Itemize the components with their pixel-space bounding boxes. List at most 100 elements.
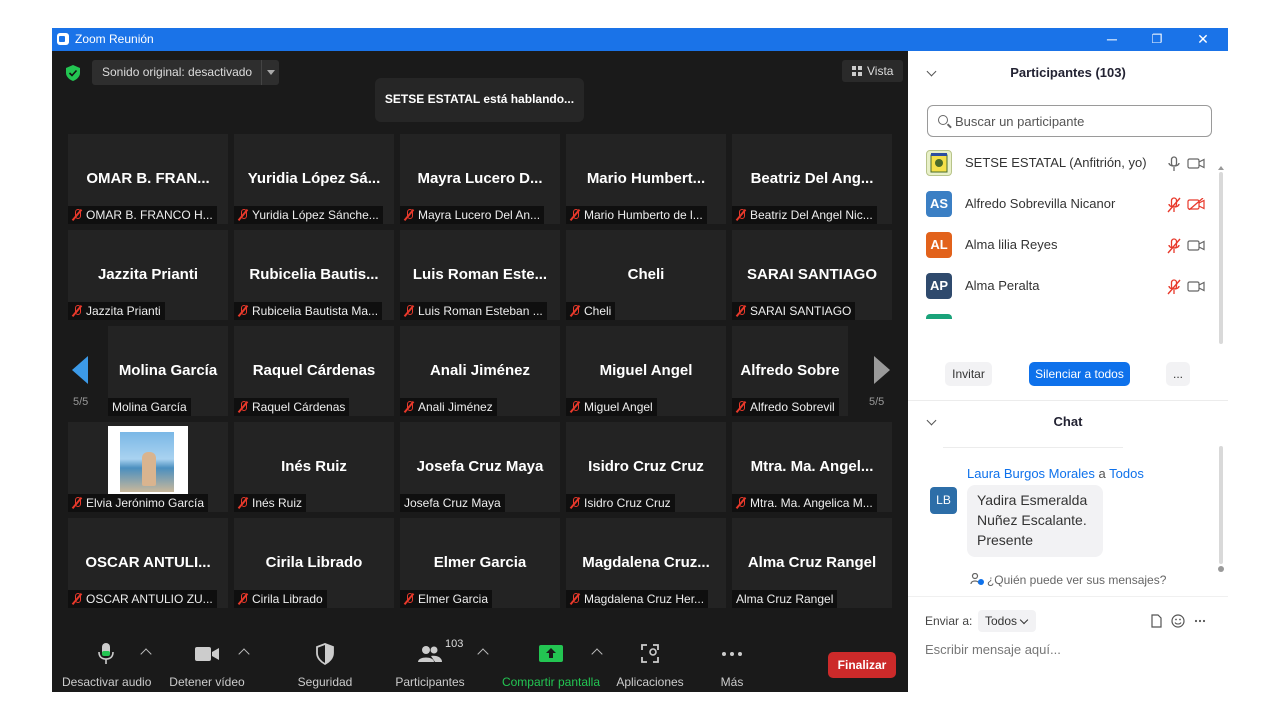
participant-video-tile[interactable]: Cheli Cheli <box>566 230 726 320</box>
participant-row[interactable]: AL Alma lilia Reyes <box>908 225 1218 266</box>
chat-recipient: Todos <box>1109 466 1144 481</box>
participant-name-text: Cheli <box>584 304 612 318</box>
participant-name-label: Yuridia López Sánche... <box>234 206 383 224</box>
participant-avatar <box>926 150 952 176</box>
mute-all-button[interactable]: Silenciar a todos <box>1029 362 1130 386</box>
participant-video-tile[interactable]: Jazzita Prianti Jazzita Prianti <box>68 230 228 320</box>
participant-video-tile[interactable]: Raquel Cárdenas Raquel Cárdenas <box>234 326 394 416</box>
chat-message-input[interactable]: Escribir mensaje aquí... <box>925 642 1061 657</box>
participants-more-button[interactable]: ... <box>1166 362 1190 386</box>
grid-icon <box>852 66 862 76</box>
chevron-down-icon[interactable] <box>261 60 279 85</box>
participant-video-tile[interactable]: Mayra Lucero D... Mayra Lucero Del An... <box>400 134 560 224</box>
chat-scrollbar[interactable] <box>1218 446 1224 574</box>
chat-sender-name[interactable]: Laura Burgos Morales <box>967 466 1095 481</box>
participant-video-tile[interactable]: Molina García Molina García <box>108 326 228 416</box>
participants-options-caret-icon[interactable] <box>477 648 489 660</box>
participant-video-tile[interactable]: Miguel Angel Miguel Angel <box>566 326 726 416</box>
emoji-icon[interactable] <box>1171 614 1185 628</box>
close-button[interactable]: ✕ <box>1180 28 1226 51</box>
send-to-select[interactable]: Todos <box>978 610 1036 632</box>
participant-video-tile[interactable]: Alma Cruz Rangel Alma Cruz Rangel <box>732 518 892 608</box>
apps-button[interactable]: Aplicaciones <box>614 642 686 689</box>
participant-name-text: Inés Ruiz <box>252 496 303 510</box>
participant-video-tile[interactable]: Mario Humbert... Mario Humberto de l... <box>566 134 726 224</box>
participant-video-tile[interactable]: Beatriz Del Ang... Beatriz Del Angel Nic.… <box>732 134 892 224</box>
security-button[interactable]: Seguridad <box>292 642 358 689</box>
participant-row[interactable] <box>908 307 1218 319</box>
participant-video-tile[interactable]: Rubicelia Bautis... Rubicelia Bautista Ma… <box>234 230 394 320</box>
participant-video-tile[interactable]: Mtra. Ma. Angel... Mtra. Ma. Angelica M..… <box>732 422 892 512</box>
participant-name-text: Molina García <box>112 400 187 414</box>
participant-display-name: Cheli <box>627 266 665 283</box>
view-label: Vista <box>867 64 894 78</box>
share-screen-icon <box>539 645 563 662</box>
participant-video-tile[interactable]: Magdalena Cruz... Magdalena Cruz Her... <box>566 518 726 608</box>
next-page-icon[interactable] <box>874 356 890 384</box>
participant-row[interactable]: AP Alma Peralta <box>908 266 1218 307</box>
restore-button[interactable]: ❐ <box>1134 28 1180 51</box>
muted-mic-icon <box>570 305 580 317</box>
participant-video-tile[interactable]: Elvia Jerónimo García <box>68 422 228 512</box>
muted-mic-icon[interactable] <box>1167 279 1181 295</box>
chat-message-bubble: Yadira Esmeralda Nuñez Escalante. Presen… <box>967 485 1103 557</box>
view-button[interactable]: Vista <box>842 60 904 82</box>
participant-list-scrollbar[interactable] <box>1218 166 1224 346</box>
participant-video-tile[interactable]: SARAI SANTIAGO SARAI SANTIAGO <box>732 230 892 320</box>
participant-video-tile[interactable]: Anali Jiménez Anali Jiménez <box>400 326 560 416</box>
participant-video-tile[interactable]: Cirila Librado Cirila Librado <box>234 518 394 608</box>
participant-video-tile[interactable]: Luis Roman Este... Luis Roman Esteban ... <box>400 230 560 320</box>
participant-display-name: Miguel Angel <box>599 362 693 379</box>
participant-row[interactable]: AS Alfredo Sobrevilla Nicanor <box>908 184 1218 225</box>
participant-video-tile[interactable]: OMAR B. FRAN... OMAR B. FRANCO H... <box>68 134 228 224</box>
participant-video-tile[interactable]: Elmer Garcia Elmer Garcia <box>400 518 560 608</box>
muted-mic-icon <box>404 305 414 317</box>
microphone-icon <box>98 643 114 664</box>
invite-button[interactable]: Invitar <box>945 362 992 386</box>
muted-mic-icon[interactable] <box>1167 238 1181 254</box>
video-icon[interactable] <box>1187 280 1205 292</box>
participant-search-input[interactable]: Buscar un participante <box>927 105 1212 137</box>
page-indicator-left: 5/5 <box>73 396 89 408</box>
chat-message-line: Nuñez Escalante. <box>977 512 1087 528</box>
who-can-see-link[interactable]: ¿Quién puede ver sus mensajes? <box>908 572 1228 587</box>
participant-name-text: Mtra. Ma. Angelica M... <box>750 496 873 510</box>
participant-row[interactable]: SETSE ESTATAL (Anfitrión, yo) <box>908 143 1218 184</box>
chat-more-icon[interactable] <box>1194 619 1206 623</box>
video-icon[interactable] <box>1187 239 1205 251</box>
muted-mic-icon <box>72 497 82 509</box>
previous-page-icon[interactable] <box>72 356 88 384</box>
participant-display-name: SARAI SANTIAGO <box>746 266 877 283</box>
video-off-icon[interactable] <box>1187 198 1205 210</box>
participant-name-text: Cirila Librado <box>252 592 323 606</box>
collapse-chat-chevron-icon[interactable] <box>926 415 937 426</box>
side-panel: Participantes (103) Buscar un participan… <box>908 51 1228 692</box>
participant-name-text: Raquel Cárdenas <box>252 400 346 414</box>
participant-video-tile[interactable]: Alfredo Sobre Alfredo Sobrevil <box>732 326 848 416</box>
end-meeting-button[interactable]: Finalizar <box>828 652 896 678</box>
collapse-participants-chevron-icon[interactable] <box>926 66 937 77</box>
share-screen-label: Compartir pantalla <box>501 675 601 689</box>
participant-video-tile[interactable]: Josefa Cruz Maya Josefa Cruz Maya <box>400 422 560 512</box>
muted-mic-icon[interactable] <box>1167 197 1181 213</box>
video-gallery: Sonido original: desactivado SETSE ESTAT… <box>52 51 908 692</box>
file-icon[interactable] <box>1149 614 1163 628</box>
zoom-app-icon <box>57 33 69 45</box>
participant-video-tile[interactable]: Yuridia López Sá... Yuridia López Sánche.… <box>234 134 394 224</box>
participant-video-tile[interactable]: OSCAR ANTULI... OSCAR ANTULIO ZU... <box>68 518 228 608</box>
participant-name-text: Rubicelia Bautista Ma... <box>252 304 379 318</box>
muted-mic-icon <box>570 593 580 605</box>
participant-video-tile[interactable]: Inés Ruiz Inés Ruiz <box>234 422 394 512</box>
mic-icon[interactable] <box>1167 156 1181 172</box>
encryption-shield-icon[interactable] <box>66 65 80 81</box>
video-icon[interactable] <box>1187 157 1205 169</box>
stop-video-button[interactable]: Detener vídeo <box>164 642 250 689</box>
participant-name-label: Magdalena Cruz Her... <box>566 590 709 608</box>
participant-name: Alfredo Sobrevilla Nicanor <box>965 196 1116 211</box>
participant-video-tile[interactable]: Isidro Cruz Cruz Isidro Cruz Cruz <box>566 422 726 512</box>
share-screen-button[interactable]: Compartir pantalla <box>498 642 604 689</box>
mute-audio-button[interactable]: Desactivar audio <box>62 642 151 689</box>
original-sound-toggle[interactable]: Sonido original: desactivado <box>92 60 279 85</box>
more-button[interactable]: Más <box>712 642 752 689</box>
minimize-button[interactable]: ─ <box>1089 28 1135 51</box>
